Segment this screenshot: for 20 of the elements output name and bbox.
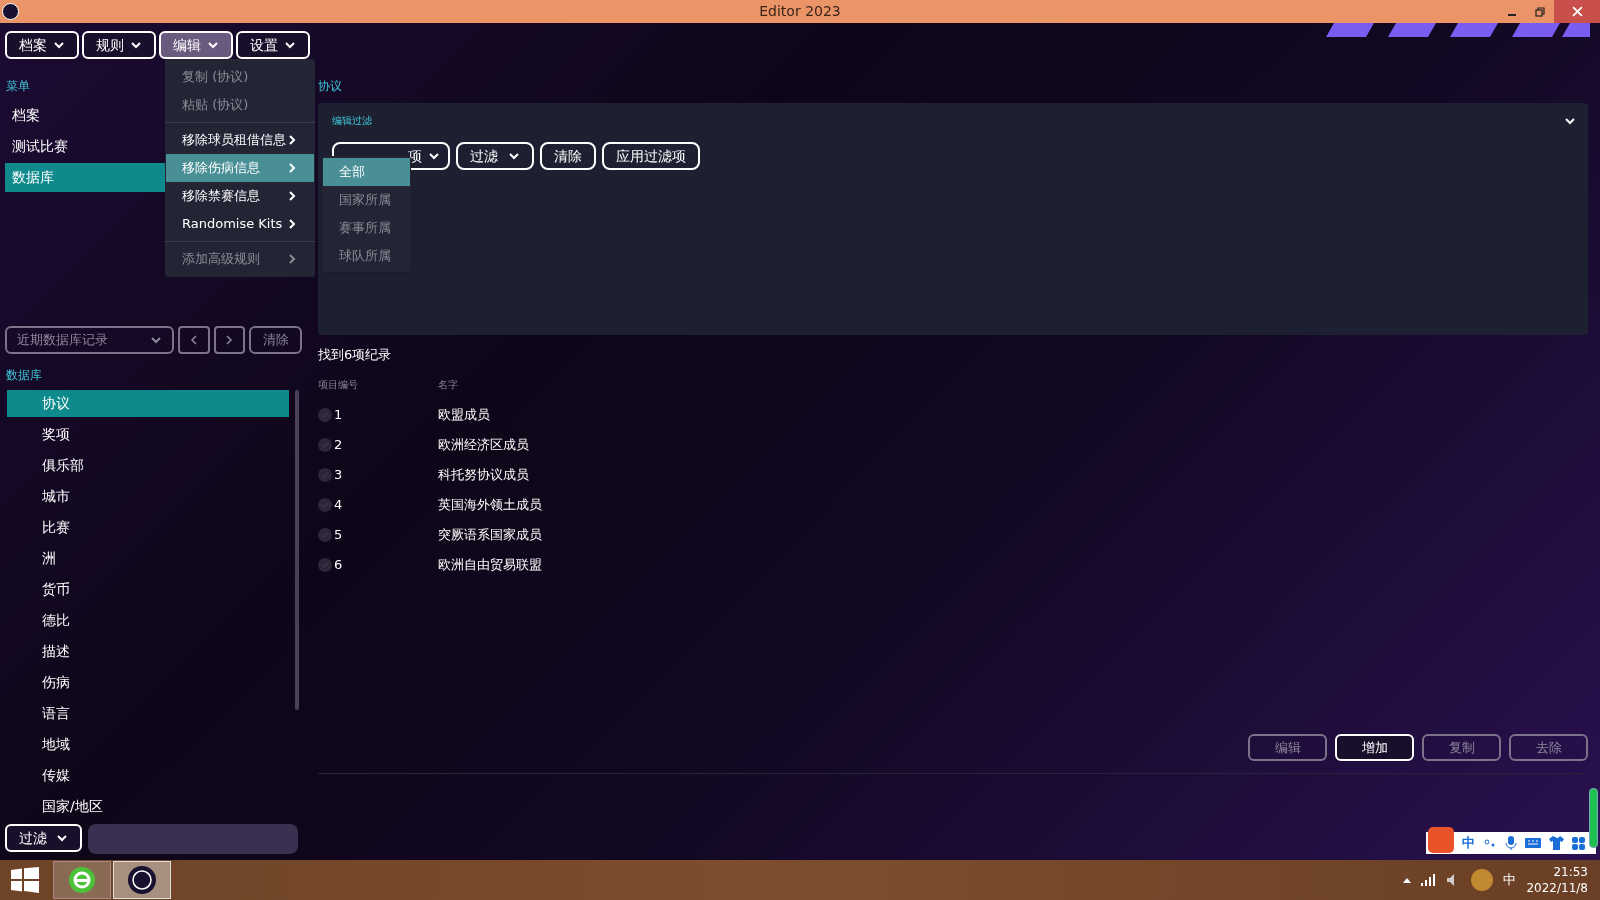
- table-cell-text: 2: [334, 435, 343, 454]
- table-cell-text: 欧洲经济区成员: [438, 435, 529, 454]
- panel-title: 编辑过滤: [332, 114, 372, 128]
- column-header: 名字: [438, 377, 458, 392]
- table-cell-text: 突厥语系国家成员: [438, 525, 542, 544]
- section-label: 菜单: [6, 78, 31, 95]
- window-title: Editor 2023: [759, 2, 841, 21]
- result-count: 找到6项纪录: [318, 346, 393, 364]
- table-cell-text: 欧盟成员: [438, 405, 490, 424]
- table-cell-text: 英国海外领土成员: [438, 495, 542, 514]
- table-cell-text: 1: [334, 405, 343, 424]
- table-cell-text: 3: [334, 465, 343, 484]
- table-cell-text: 6: [334, 555, 343, 574]
- table-cell-text: 4: [334, 495, 343, 514]
- table-cell-text: 5: [334, 525, 343, 544]
- section-label: 数据库: [6, 367, 43, 384]
- column-header: 项目编号: [318, 377, 359, 392]
- table-cell-text: 科托努协议成员: [438, 465, 529, 484]
- breadcrumb: 协议: [318, 78, 343, 95]
- table-cell-text: 欧洲自由贸易联盟: [438, 555, 542, 574]
